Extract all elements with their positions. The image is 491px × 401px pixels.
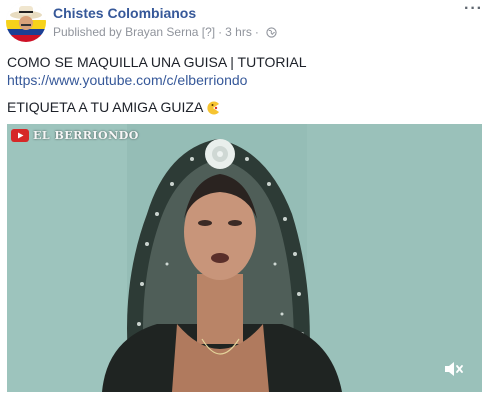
video-player[interactable]: EL BERRIONDO <box>7 124 482 392</box>
youtube-channel-link[interactable]: https://www.youtube.com/c/elberriondo <box>7 71 247 89</box>
author-link[interactable]: Brayan Serna <box>125 25 198 39</box>
watermark-text: EL BERRIONDO <box>33 129 139 142</box>
post-options-button[interactable]: ··· <box>464 0 483 18</box>
pacman-face-icon <box>207 101 220 115</box>
channel-watermark: EL BERRIONDO <box>11 129 139 142</box>
avatar-image <box>6 2 46 42</box>
page-name-link[interactable]: Chistes Colombianos <box>53 5 196 21</box>
video-frame <box>7 124 482 392</box>
tagline-text: ETIQUETA A TU AMIGA GUIZA <box>7 99 204 115</box>
post-tagline: ETIQUETA A TU AMIGA GUIZA <box>7 98 220 116</box>
youtube-icon <box>11 129 29 142</box>
speaker-muted-icon[interactable] <box>443 359 465 379</box>
page-avatar[interactable] <box>6 2 46 42</box>
author-marker[interactable]: [?] <box>202 25 215 39</box>
meta-separator-2: · <box>254 25 259 39</box>
published-prefix: Published by <box>53 25 122 39</box>
post-title-text: COMO SE MAQUILLA UNA GUISA | TUTORIAL <box>7 54 307 70</box>
post-meta: Published by Brayan Serna [?] · 3 hrs · <box>53 25 277 39</box>
post-timestamp[interactable]: 3 hrs <box>225 25 252 39</box>
facebook-post: Chistes Colombianos Published by Brayan … <box>0 0 491 401</box>
meta-separator: · <box>218 25 223 39</box>
globe-icon[interactable] <box>266 26 277 38</box>
